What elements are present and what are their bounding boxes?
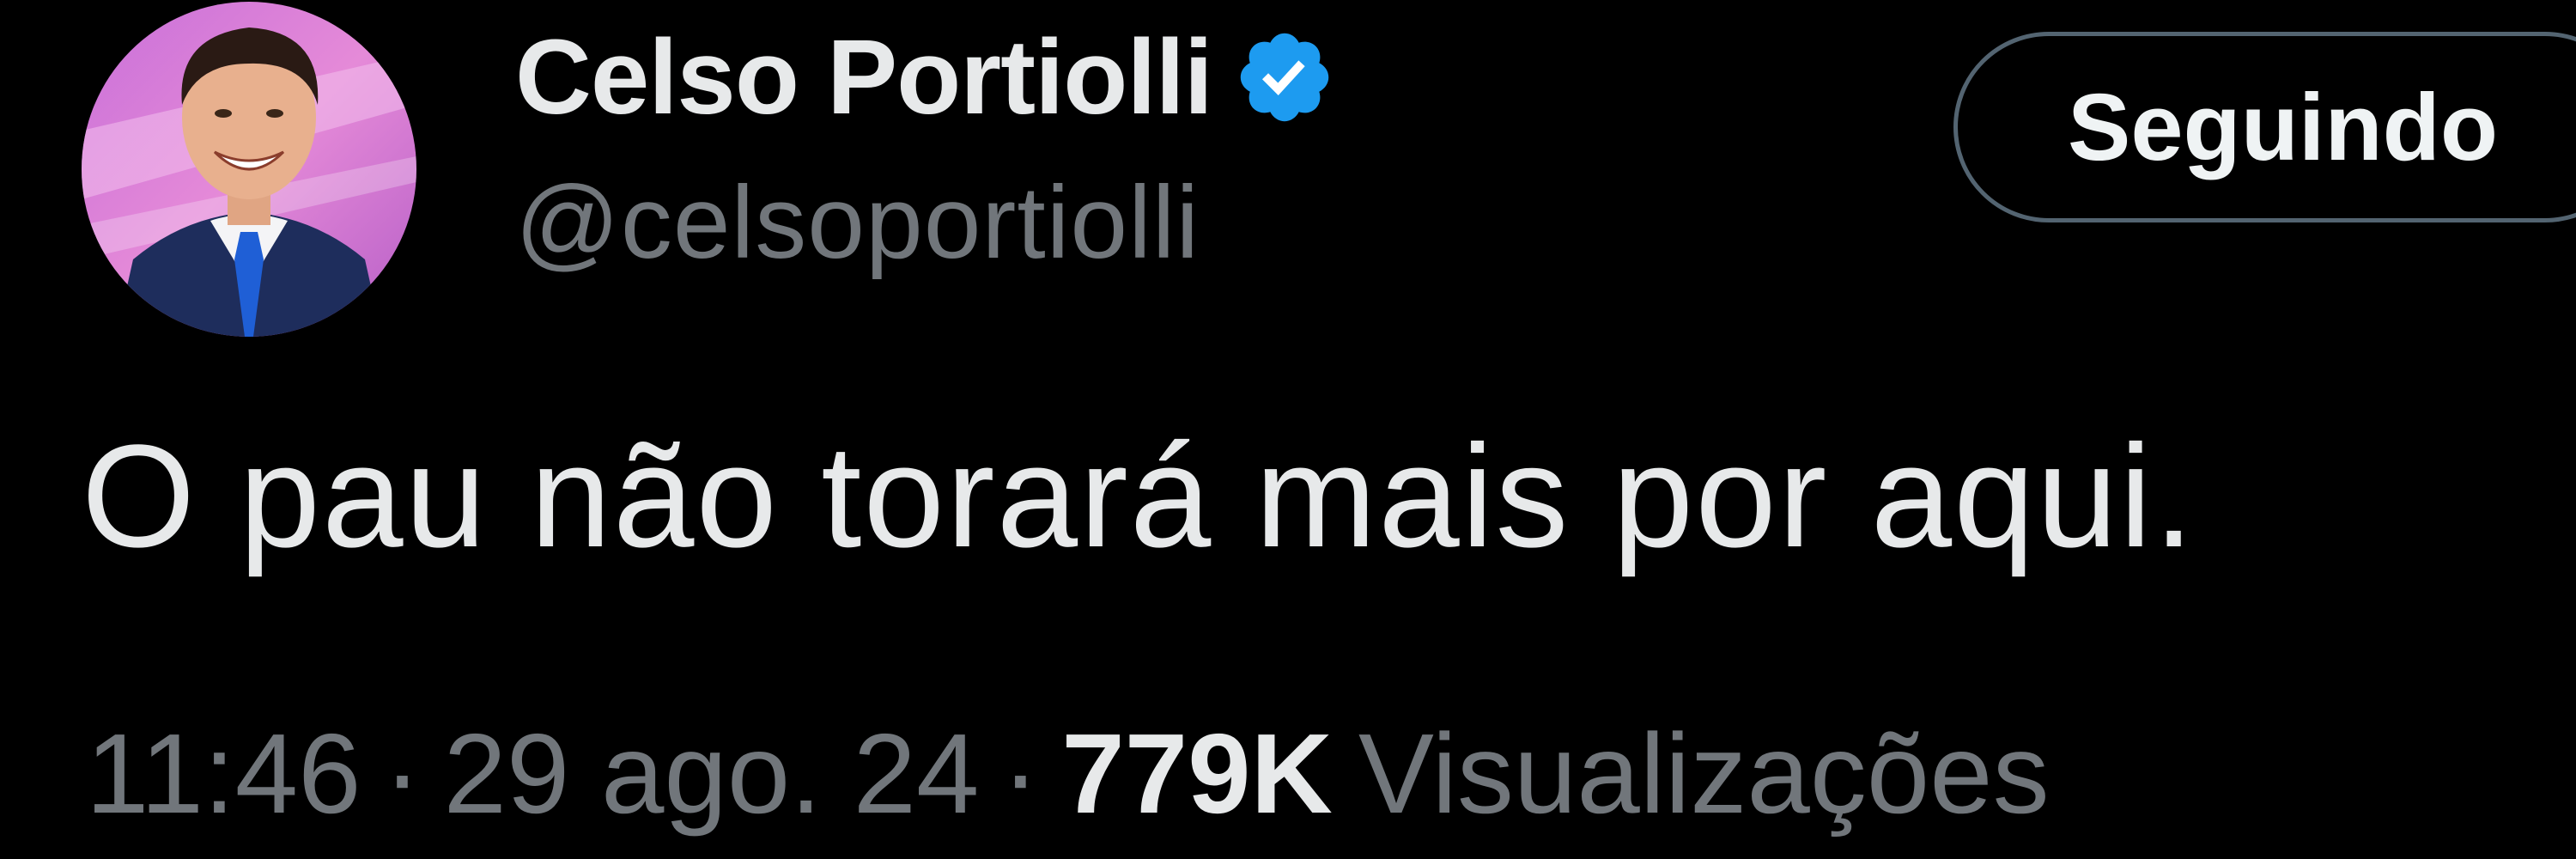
following-button[interactable]: Seguindo — [1953, 32, 2576, 222]
tweet-time[interactable]: 11:46 — [86, 709, 361, 838]
tweet-text: O pau não torará mais por aqui. — [82, 415, 2196, 578]
tweet-meta: 11:46 · 29 ago. 24 · 779K Visualizações — [86, 709, 2050, 838]
meta-separator: · — [383, 710, 422, 837]
tweet-container: Celso Portiolli @celsoportiolli Seguindo… — [0, 0, 2576, 859]
views-count[interactable]: 779K — [1061, 709, 1333, 838]
views-label[interactable]: Visualizações — [1358, 709, 2050, 838]
verified-badge-icon[interactable] — [1233, 26, 1336, 129]
author-name-row: Celso Portiolli — [515, 19, 1336, 137]
author-handle[interactable]: @celsoportiolli — [515, 163, 1200, 282]
meta-separator: · — [1001, 710, 1040, 837]
tweet-date[interactable]: 29 ago. 24 — [444, 709, 980, 838]
avatar[interactable] — [82, 2, 416, 337]
avatar-image — [82, 2, 416, 337]
author-display-name[interactable]: Celso Portiolli — [515, 17, 1213, 138]
